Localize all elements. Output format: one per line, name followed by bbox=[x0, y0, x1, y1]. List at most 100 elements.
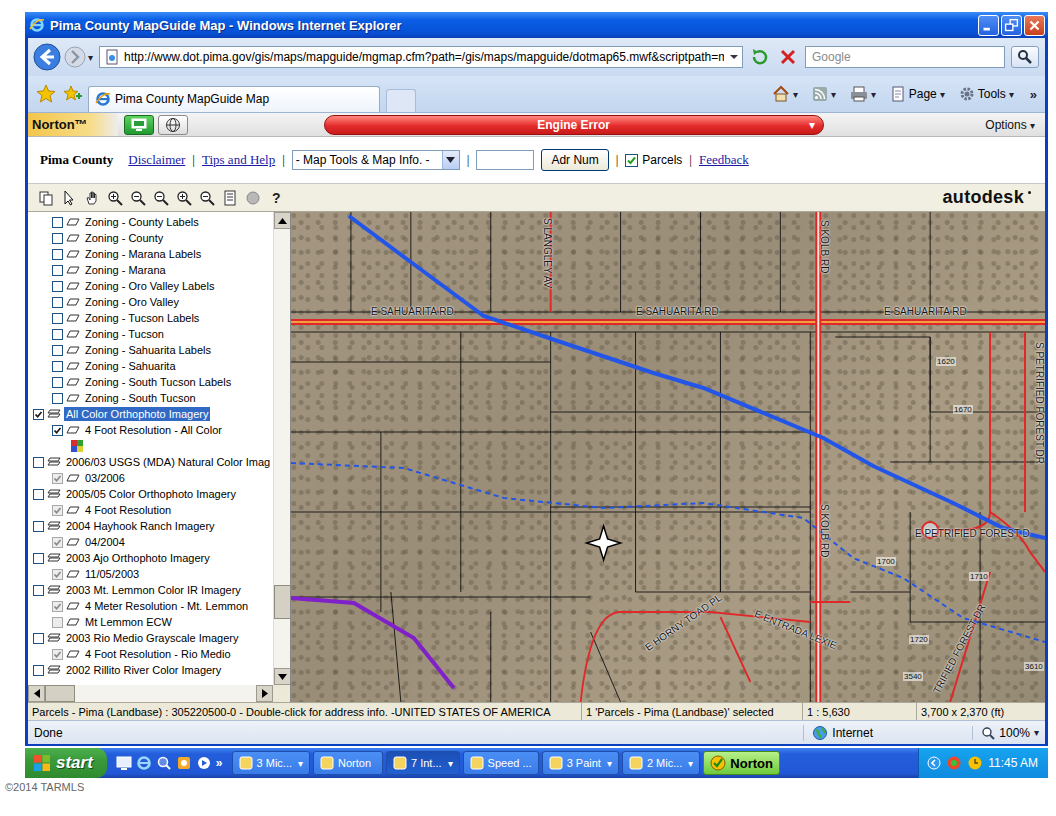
layer-row[interactable]: Zoning - Marana bbox=[28, 262, 273, 278]
group-row[interactable]: 2002 Rillito River Color Imagery bbox=[28, 662, 273, 678]
layer-checkbox[interactable] bbox=[52, 537, 63, 548]
maximize-button[interactable] bbox=[1001, 15, 1022, 36]
group-row[interactable]: 2004 Hayhook Ranch Imagery bbox=[28, 518, 273, 534]
layer-checkbox[interactable] bbox=[52, 361, 63, 372]
layer-checkbox[interactable] bbox=[52, 425, 63, 436]
scroll-thumb[interactable] bbox=[274, 585, 291, 619]
layer-checkbox[interactable] bbox=[52, 377, 63, 388]
browser-tab[interactable]: Pima County MapGuide Map bbox=[88, 86, 380, 112]
layer-row[interactable]: 11/05/2003 bbox=[28, 566, 273, 582]
layer-row[interactable]: Zoning - Tucson bbox=[28, 326, 273, 342]
header-link[interactable]: Disclaimer bbox=[128, 152, 185, 168]
norton-monitor-button[interactable] bbox=[124, 115, 154, 135]
refresh-icon[interactable] bbox=[749, 46, 771, 68]
layer-row[interactable]: Zoning - Tucson Labels bbox=[28, 310, 273, 326]
layer-horizontal-scrollbar[interactable] bbox=[28, 685, 273, 702]
group-row[interactable]: 2003 Rio Medio Grayscale Imagery bbox=[28, 630, 273, 646]
forward-arrow-icon[interactable] bbox=[63, 45, 87, 69]
layer-row[interactable]: Zoning - Sahuarita bbox=[28, 358, 273, 374]
favorites-star-icon[interactable] bbox=[36, 84, 56, 104]
layer-checkbox[interactable] bbox=[33, 457, 44, 468]
layer-row[interactable]: Zoning - Oro Valley Labels bbox=[28, 278, 273, 294]
layer-row[interactable]: 04/2004 bbox=[28, 534, 273, 550]
map-canvas[interactable]: E SAHUARITA RDE SAHUARITA RDE SAHUARITA … bbox=[290, 212, 1045, 702]
group-row[interactable]: All Color Orthophoto Imagery bbox=[28, 406, 273, 422]
zoom-out-tool[interactable] bbox=[128, 188, 148, 208]
page-command[interactable]: Page▾ bbox=[886, 86, 949, 102]
layer-checkbox[interactable] bbox=[52, 601, 63, 612]
layer-checkbox[interactable] bbox=[52, 281, 63, 292]
layer-row[interactable]: Mt Lemmon ECW bbox=[28, 614, 273, 630]
layer-row[interactable]: 4 Meter Resolution - Mt. Lemmon bbox=[28, 598, 273, 614]
tools-command[interactable]: Tools▾ bbox=[955, 86, 1018, 102]
address-number-input[interactable] bbox=[476, 150, 534, 170]
scroll-right-icon[interactable] bbox=[262, 689, 268, 698]
layer-checkbox[interactable] bbox=[33, 553, 44, 564]
stop-icon[interactable] bbox=[777, 46, 799, 68]
group-row[interactable]: 2006/03 USGS (MDA) Natural Color Imag bbox=[28, 454, 273, 470]
feeds-command[interactable]: ▾ bbox=[808, 86, 840, 102]
list-tool[interactable] bbox=[220, 188, 240, 208]
taskbar-button[interactable]: 3 Mic...▾ bbox=[232, 751, 310, 775]
tray-clock-icon[interactable] bbox=[967, 755, 983, 771]
taskbar-button[interactable]: Speed ... bbox=[463, 751, 539, 775]
desktop-icon[interactable] bbox=[116, 755, 132, 771]
parcels-checkbox[interactable]: Parcels bbox=[625, 153, 682, 167]
options-menu[interactable]: Options ▾ bbox=[985, 118, 1045, 132]
stop-tool[interactable] bbox=[243, 188, 263, 208]
layer-checkbox[interactable] bbox=[52, 233, 63, 244]
layer-checkbox[interactable] bbox=[33, 665, 44, 676]
layer-checkbox[interactable] bbox=[52, 297, 63, 308]
layer-checkbox[interactable] bbox=[52, 249, 63, 260]
scroll-down-icon[interactable] bbox=[278, 674, 287, 680]
close-button[interactable] bbox=[1024, 15, 1045, 36]
taskbar-button[interactable]: 2 Mic...▾ bbox=[622, 751, 700, 775]
layer-row[interactable]: 4 Foot Resolution bbox=[28, 502, 273, 518]
print-command[interactable]: ▾ bbox=[846, 85, 880, 103]
start-button[interactable]: start bbox=[25, 748, 107, 778]
more-quick-launch[interactable]: » bbox=[216, 756, 223, 770]
layer-checkbox[interactable] bbox=[52, 217, 63, 228]
layer-checkbox[interactable] bbox=[33, 489, 44, 500]
tray-app-icon[interactable] bbox=[946, 755, 962, 771]
layer-scrollbar[interactable] bbox=[273, 212, 290, 685]
more-commands[interactable]: » bbox=[1030, 87, 1037, 102]
layer-row[interactable]: 4 Foot Resolution - Rio Medio bbox=[28, 646, 273, 662]
layer-row[interactable]: Zoning - South Tucson bbox=[28, 390, 273, 406]
map-tools-select[interactable]: - Map Tools & Map Info. - bbox=[292, 150, 460, 170]
scroll-up-icon[interactable] bbox=[278, 218, 287, 224]
taskbar-button[interactable]: Norton bbox=[313, 751, 383, 775]
layer-checkbox[interactable] bbox=[52, 569, 63, 580]
layer-row[interactable]: 03/2006 bbox=[28, 470, 273, 486]
address-number-button[interactable]: Adr Num bbox=[541, 149, 608, 171]
pan-tool[interactable] bbox=[82, 188, 102, 208]
layer-row[interactable]: Zoning - Oro Valley bbox=[28, 294, 273, 310]
history-dropdown[interactable]: ▾ bbox=[88, 52, 93, 63]
tray-chevron-icon[interactable] bbox=[927, 756, 941, 770]
layer-checkbox[interactable] bbox=[52, 393, 63, 404]
zoom-control[interactable]: 100%▾ bbox=[972, 726, 1039, 740]
zoom-window-tool[interactable] bbox=[197, 188, 217, 208]
group-row[interactable]: 2005/05 Color Orthophoto Imagery bbox=[28, 486, 273, 502]
layer-row[interactable]: Zoning - South Tucson Labels bbox=[28, 374, 273, 390]
layer-checkbox[interactable] bbox=[52, 505, 63, 516]
search-quick-icon[interactable] bbox=[156, 755, 172, 771]
ie-quick-icon[interactable] bbox=[136, 755, 152, 771]
layer-checkbox[interactable] bbox=[33, 585, 44, 596]
layer-row[interactable]: 4 Foot Resolution - All Color bbox=[28, 422, 273, 438]
norton-globe-button[interactable] bbox=[158, 115, 188, 135]
group-row[interactable]: 2003 Ajo Orthophoto Imagery bbox=[28, 550, 273, 566]
layer-row[interactable]: Zoning - Sahuarita Labels bbox=[28, 342, 273, 358]
add-favorite-icon[interactable] bbox=[62, 84, 82, 104]
engine-error-alert[interactable]: Engine Error▾ bbox=[324, 115, 824, 135]
taskbar-button[interactable]: 3 Paint▾ bbox=[542, 751, 619, 775]
copy-tool[interactable] bbox=[36, 188, 56, 208]
minimize-button[interactable] bbox=[978, 15, 999, 36]
group-row[interactable]: 2003 Mt. Lemmon Color IR Imagery bbox=[28, 582, 273, 598]
scroll-thumb[interactable] bbox=[45, 685, 75, 702]
layer-checkbox[interactable] bbox=[33, 409, 44, 420]
calendar-quick-icon[interactable] bbox=[176, 755, 192, 771]
layer-checkbox[interactable] bbox=[52, 345, 63, 356]
layer-checkbox[interactable] bbox=[33, 521, 44, 532]
search-field[interactable]: Google bbox=[805, 46, 1005, 68]
